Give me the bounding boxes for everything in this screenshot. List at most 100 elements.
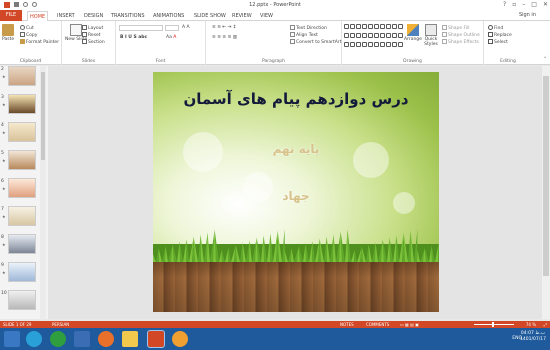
- start-icon[interactable]: [4, 331, 20, 347]
- font-style-buttons[interactable]: B I U S abc: [120, 35, 147, 40]
- font-name-field[interactable]: [119, 25, 163, 31]
- shape-item[interactable]: [374, 42, 379, 47]
- shape-item[interactable]: [392, 33, 397, 38]
- font-color-buttons[interactable]: Aa A: [166, 35, 176, 40]
- reset-button[interactable]: Reset: [82, 32, 101, 38]
- scrollbar-thumb[interactable]: [41, 72, 45, 160]
- shape-item[interactable]: [374, 33, 379, 38]
- notes-button[interactable]: NOTES: [340, 322, 354, 327]
- font-grow-shrink[interactable]: A A: [182, 25, 190, 30]
- shape-item[interactable]: [380, 33, 385, 38]
- format-painter-button[interactable]: Format Painter: [20, 39, 59, 45]
- text-direction-button[interactable]: Text Direction: [290, 25, 327, 31]
- paint-bucket-icon: [442, 25, 447, 30]
- zoom-level[interactable]: 74 %: [526, 322, 536, 327]
- maximize-icon[interactable]: □: [531, 1, 537, 8]
- zoom-slider-handle[interactable]: [492, 322, 494, 327]
- tab-file[interactable]: FILE: [0, 10, 22, 21]
- shape-item[interactable]: [356, 42, 361, 47]
- shape-fill-button[interactable]: Shape Fill: [442, 25, 470, 31]
- media-icon[interactable]: [172, 331, 188, 347]
- shape-item[interactable]: [344, 33, 349, 38]
- comments-button[interactable]: COMMENTS: [366, 322, 389, 327]
- scrollbar-thumb[interactable]: [543, 76, 549, 276]
- shape-item[interactable]: [362, 42, 367, 47]
- list-buttons[interactable]: ≡ ≡ ⇤ ⇥ ↕: [212, 25, 237, 30]
- slide-canvas[interactable]: درس دوازدهم پیام های آسمان پایه نهم جهاد: [153, 72, 439, 312]
- quick-styles-button[interactable]: Quick Styles: [424, 24, 438, 47]
- tab-animations[interactable]: ANIMATIONS: [151, 11, 186, 21]
- shape-item[interactable]: [368, 42, 373, 47]
- firefox-icon[interactable]: [98, 331, 114, 347]
- shape-item[interactable]: [386, 42, 391, 47]
- zoom-slider[interactable]: [474, 322, 514, 327]
- font-size-field[interactable]: [165, 25, 179, 31]
- arrange-button[interactable]: Arrange: [404, 24, 422, 42]
- media-player-icon[interactable]: [74, 331, 90, 347]
- tab-review[interactable]: REVIEW: [230, 11, 254, 21]
- shape-item[interactable]: [398, 24, 403, 29]
- shape-item[interactable]: [362, 24, 367, 29]
- layout-button[interactable]: Layout: [82, 25, 103, 31]
- align-text-button[interactable]: Align Text: [290, 32, 318, 38]
- slide-title[interactable]: درس دوازدهم پیام های آسمان: [153, 90, 439, 108]
- convert-smartart-button[interactable]: Convert to SmartArt: [290, 39, 341, 45]
- sign-in-link[interactable]: Sign in: [519, 12, 536, 18]
- browser-icon[interactable]: [50, 331, 66, 347]
- tab-insert[interactable]: INSERT: [55, 11, 77, 21]
- shape-item[interactable]: [350, 42, 355, 47]
- select-button[interactable]: Select: [488, 39, 508, 45]
- shapes-gallery[interactable]: [344, 24, 403, 50]
- shape-item[interactable]: [356, 24, 361, 29]
- tab-view[interactable]: VIEW: [258, 11, 275, 21]
- shape-item[interactable]: [392, 24, 397, 29]
- slide-author[interactable]: جهاد: [153, 189, 439, 203]
- shape-item[interactable]: [344, 42, 349, 47]
- help-icon[interactable]: ?: [503, 1, 506, 8]
- editor-scrollbar[interactable]: [542, 66, 550, 319]
- tab-home[interactable]: HOME: [27, 11, 49, 21]
- tab-transitions[interactable]: TRANSITIONS: [109, 11, 147, 21]
- minimize-icon[interactable]: –: [522, 1, 525, 8]
- powerpoint-taskbar-icon[interactable]: [147, 330, 165, 348]
- shape-item[interactable]: [398, 33, 403, 38]
- cut-button[interactable]: Cut: [20, 25, 34, 31]
- collapse-ribbon-icon[interactable]: ⌃: [543, 57, 547, 62]
- pen-icon: [442, 32, 447, 37]
- language-indicator[interactable]: PERSIAN: [52, 322, 69, 327]
- tab-slide-show[interactable]: SLIDE SHOW: [192, 11, 228, 21]
- shape-outline-button[interactable]: Shape Outline: [442, 32, 480, 38]
- shape-item[interactable]: [356, 33, 361, 38]
- shape-item[interactable]: [374, 24, 379, 29]
- shape-item[interactable]: [362, 33, 367, 38]
- section-button[interactable]: Section: [82, 39, 105, 45]
- replace-button[interactable]: Replace: [488, 32, 512, 38]
- thumbnail-scrollbar[interactable]: [40, 66, 46, 319]
- shape-effects-button[interactable]: Shape Effects: [442, 39, 479, 45]
- find-button[interactable]: Find: [488, 25, 503, 31]
- fit-slide-icon[interactable]: ⤢: [544, 322, 547, 327]
- shape-item[interactable]: [386, 33, 391, 38]
- copy-button[interactable]: Copy: [20, 32, 37, 38]
- shape-item[interactable]: [380, 42, 385, 47]
- close-icon[interactable]: ✕: [543, 1, 548, 8]
- shape-item[interactable]: [350, 33, 355, 38]
- align-buttons[interactable]: ≡ ≡ ≡ ≡ ▥: [212, 35, 237, 40]
- shape-item[interactable]: [368, 33, 373, 38]
- shape-item[interactable]: [392, 42, 397, 47]
- shape-item[interactable]: [398, 42, 403, 47]
- shape-item[interactable]: [350, 24, 355, 29]
- slide-subtitle[interactable]: پایه نهم: [153, 142, 439, 156]
- paste-button[interactable]: Paste: [2, 24, 14, 42]
- shape-item[interactable]: [380, 24, 385, 29]
- folder-icon[interactable]: [122, 331, 138, 347]
- shape-item[interactable]: [368, 24, 373, 29]
- shape-item[interactable]: [386, 24, 391, 29]
- clock[interactable]: 04:07 ب.ظ 1401/07/17: [520, 331, 546, 343]
- shape-item[interactable]: [344, 24, 349, 29]
- telegram-icon[interactable]: [26, 331, 42, 347]
- ribbon-display-icon[interactable]: ▫: [512, 1, 516, 8]
- tab-design[interactable]: DESIGN: [82, 11, 105, 21]
- thumbnail-number: 2: [1, 67, 4, 72]
- view-buttons[interactable]: ▭ ▦ ▤ ▣: [400, 322, 419, 327]
